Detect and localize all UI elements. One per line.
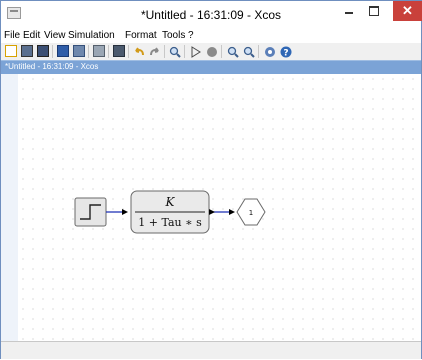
xcos-window: *Untitled - 16:31:09 - Xcos ✕ File Edit …	[0, 0, 422, 359]
tf-denominator: 1 + Tau ∗ s	[138, 216, 202, 229]
status-bar	[1, 341, 421, 359]
out-input-port[interactable]	[229, 209, 235, 215]
step-block[interactable]	[74, 197, 107, 227]
tf-input-port[interactable]	[122, 209, 128, 215]
diagram-layer: K 1 + Tau ∗ s 1	[74, 190, 266, 234]
tf-output-port[interactable]	[209, 209, 215, 215]
tf-numerator: K	[165, 195, 176, 209]
output-port-label: 1	[249, 209, 253, 217]
